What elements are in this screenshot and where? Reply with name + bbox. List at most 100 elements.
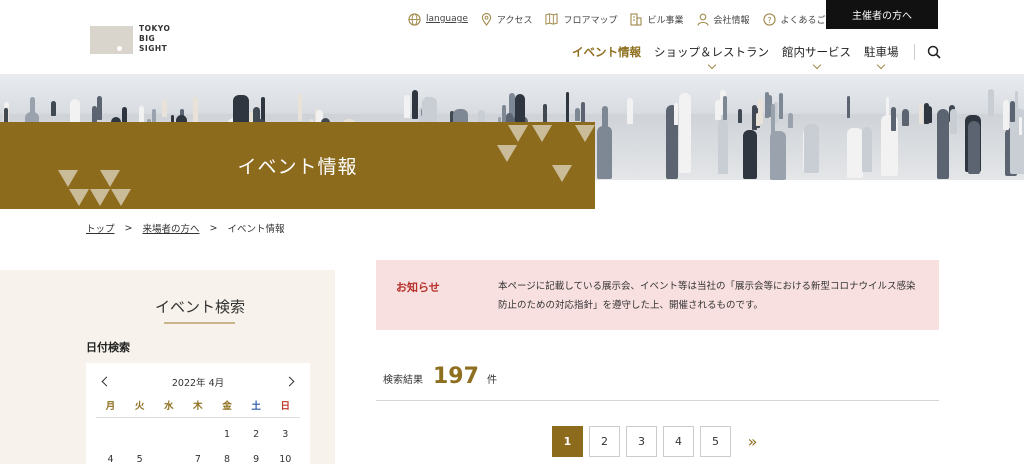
calendar-day-today[interactable]: 6 [154,449,183,464]
decor-triangle [111,189,131,206]
hero-person-silhouette [950,109,958,135]
hero-person-silhouette [967,120,980,175]
util-company[interactable]: 会社情報 [696,13,750,26]
calendar-day [125,429,154,440]
hero-person-silhouette [162,98,167,117]
search-result-count: 検索結果 197 件 [383,364,497,389]
calendar-day[interactable]: 3 [271,429,300,440]
organizer-button[interactable]: 主催者の方へ [826,0,938,29]
gnav-events[interactable]: イベント情報 [572,44,641,60]
hero-person-silhouette [804,124,819,173]
page-button-current[interactable]: 1 [552,426,583,457]
hero-person-silhouette [771,104,776,134]
hero-person-silhouette [862,126,873,172]
util-access[interactable]: アクセス [481,12,532,26]
hero-person-silhouette [758,97,763,125]
nav-divider [913,44,915,60]
hero-person-silhouette [575,108,580,121]
chevron-down-icon [877,60,886,70]
global-nav: イベント情報 ショップ＆レストラン 館内サービス 駐車場 [572,44,941,70]
hero-person-silhouette [987,89,994,117]
result-divider [376,400,939,401]
hero-person-silhouette [769,131,787,180]
hero-person-silhouette [566,92,570,122]
hero-person-silhouette [847,128,864,179]
page-button[interactable]: 4 [663,426,694,457]
breadcrumb-separator: > [209,222,218,234]
calendar-day[interactable]: 1 [213,429,242,440]
next-pages-icon[interactable]: » [737,426,768,457]
hero-person-silhouette [97,96,103,121]
calendar-week-row: 4 5 6 7 8 9 10 [96,449,300,464]
gnav-services[interactable]: 館内サービス [782,44,851,70]
hero-person-silhouette [1003,100,1009,130]
decor-triangle [532,125,552,142]
calendar-day[interactable]: 5 [125,454,154,464]
map-pin-icon [481,12,492,26]
weekday-label: 金 [222,401,232,412]
hero-person-silhouette [674,102,678,126]
result-unit: 件 [486,375,497,386]
decor-triangle [100,170,120,187]
decor-triangle [508,125,528,142]
question-circle-icon: ? [762,12,776,26]
calendar-day[interactable]: 7 [183,454,212,464]
sidebar-title: イベント検索 [154,298,245,316]
result-label: 検索結果 [383,375,423,386]
breadcrumb-separator: > [124,222,133,234]
weekday-label: 水 [164,401,174,412]
gnav-shop-restaurant[interactable]: ショップ＆レストラン [654,44,769,70]
page-button[interactable]: 2 [589,426,620,457]
calendar-day[interactable]: 8 [213,454,242,464]
sidebar-title-underline [164,322,235,324]
page-button[interactable]: 5 [700,426,731,457]
calendar-day[interactable]: 2 [242,429,271,440]
pagination: 1 2 3 4 5 » [552,426,768,457]
util-language[interactable]: language [408,12,468,26]
hero-person-silhouette [679,93,691,173]
weekday-label: 月 [105,401,116,412]
calendar-weekdays: 月 火 水 木 金 土 日 [96,398,300,418]
hero-person-silhouette [298,93,302,121]
gnav-parking[interactable]: 駐車場 [864,44,899,70]
hero-person-silhouette [602,105,609,129]
calendar-week-row: 1 2 3 [96,429,300,440]
breadcrumb-visitors-link[interactable]: 来場者の方へ [142,221,199,235]
calendar-day[interactable]: 9 [242,454,271,464]
utility-nav: language アクセス フロアマップ ビル事業 会社情報 ? よくあるご質問 [408,10,857,28]
breadcrumb: トップ > 来場者の方へ > イベント情報 [86,221,285,236]
hero-person-silhouette [847,96,851,119]
hero-person-silhouette [886,96,890,122]
calendar-day [96,429,125,440]
result-number: 197 [433,364,479,389]
calendar-day [154,429,183,440]
weekday-label: 土 [251,401,261,412]
decor-triangle [497,145,517,162]
svg-text:?: ? [767,14,771,24]
hero-person-silhouette [626,97,634,125]
notice-box: お知らせ 本ページに記載している展示会、イベント等は当社の「展示会等における新型… [376,260,939,330]
calendar-day[interactable]: 4 [96,454,125,464]
weekday-label: 日 [280,401,291,412]
decor-triangle [552,165,572,182]
util-building[interactable]: ビル事業 [630,12,684,26]
hero-person-silhouette [891,106,897,131]
hero-person-silhouette [919,104,924,124]
tokyo-big-sight-logo[interactable]: TOKYO BIG SIGHT [90,24,170,58]
hero-person-silhouette [597,126,612,179]
hero-person-silhouette [722,96,727,120]
logo-text: TOKYO BIG SIGHT [139,24,171,53]
util-floor-map[interactable]: フロアマップ [545,13,617,26]
hero-person-silhouette [925,105,932,124]
calendar: 2022年 4月 月 火 水 木 金 土 日 1 2 3 4 5 6 7 8 9… [86,363,310,464]
decor-triangle [90,189,110,206]
logo-mark [90,26,133,54]
book-map-icon [545,13,559,25]
hero-person-silhouette [788,113,793,128]
search-icon[interactable] [927,45,941,59]
breadcrumb-top-link[interactable]: トップ [86,221,115,235]
calendar-day[interactable]: 10 [271,454,300,464]
breadcrumb-current: イベント情報 [227,224,285,235]
hero-person-silhouette [411,89,418,119]
page-button[interactable]: 3 [626,426,657,457]
